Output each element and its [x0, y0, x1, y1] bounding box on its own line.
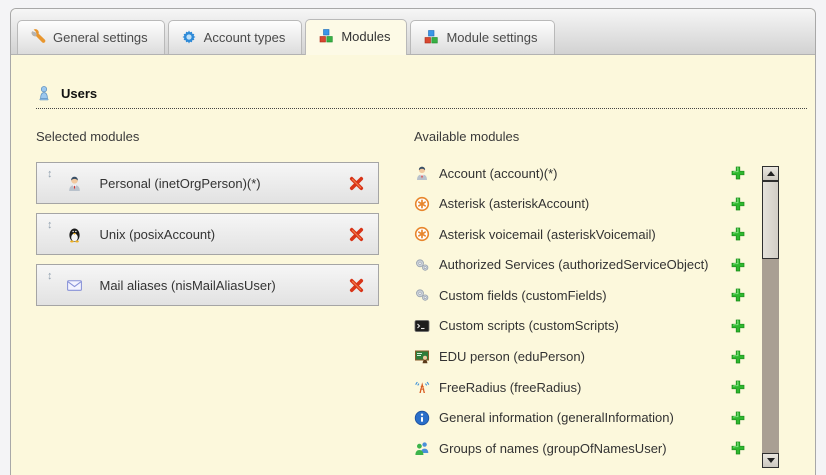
tab-account-types[interactable]: Account types: [168, 20, 303, 54]
modules-icon: [318, 28, 334, 44]
green-plus-icon: [730, 196, 746, 212]
green-plus-icon: [730, 410, 746, 426]
remove-module-button[interactable]: [348, 277, 365, 294]
module-label: Custom fields (customFields): [439, 288, 607, 303]
available-module-row: Authorized Services (authorizedServiceOb…: [414, 254, 762, 276]
scrollbar-thumb[interactable]: [762, 181, 779, 259]
module-label: Asterisk voicemail (asteriskVoicemail): [439, 227, 656, 242]
group-icon: [414, 440, 430, 456]
module-label: Personal (inetOrgPerson)(*): [100, 176, 261, 191]
radio-icon: [414, 379, 430, 395]
module-label: EDU person (eduPerson): [439, 349, 585, 364]
settings-widget: General settings Account types Modules M…: [10, 8, 816, 475]
person-icon: [66, 175, 83, 192]
available-modules-list: Account (account)(*) Asterisk (asteriskA…: [414, 162, 762, 468]
selected-modules-header: Selected modules: [36, 129, 379, 144]
mail-icon: [66, 277, 83, 294]
remove-module-button[interactable]: [348, 226, 365, 243]
available-modules-column: Available modules Account (account)(*) A…: [409, 129, 779, 468]
available-modules-scrollbar[interactable]: [762, 166, 779, 468]
users-section-header: Users: [36, 85, 807, 109]
terminal-icon: [414, 318, 430, 334]
triangle-up-icon: [767, 171, 775, 176]
module-label: FreeRadius (freeRadius): [439, 380, 581, 395]
green-plus-icon: [730, 349, 746, 365]
module-label: Unix (posixAccount): [100, 227, 216, 242]
add-module-button[interactable]: [730, 196, 746, 212]
gears-icon: [414, 287, 430, 303]
green-plus-icon: [730, 440, 746, 456]
add-module-button[interactable]: [730, 410, 746, 426]
available-module-row: FreeRadius (freeRadius): [414, 376, 762, 398]
module-label: Authorized Services (authorizedServiceOb…: [439, 257, 709, 272]
tux-icon: [66, 226, 83, 243]
add-module-button[interactable]: [730, 226, 746, 242]
scroll-up-button[interactable]: [762, 166, 779, 181]
available-module-row: General information (generalInformation): [414, 407, 762, 429]
available-module-row: Account (account)(*): [414, 162, 762, 184]
add-module-button[interactable]: [730, 257, 746, 273]
available-module-row: EDU person (eduPerson): [414, 346, 762, 368]
scroll-down-button[interactable]: [762, 453, 779, 468]
selected-module-row[interactable]: ↕ Unix (posixAccount): [36, 213, 379, 255]
module-label: Groups of names (groupOfNamesUser): [439, 441, 667, 456]
add-module-button[interactable]: [730, 349, 746, 365]
module-label: Account (account)(*): [439, 166, 558, 181]
modules-tab-content: Users Selected modules ↕ Personal (inetO…: [11, 85, 815, 468]
tab-label: Modules: [341, 29, 390, 44]
tab-label: Account types: [204, 30, 286, 45]
green-plus-icon: [730, 257, 746, 273]
selected-module-row[interactable]: ↕ Personal (inetOrgPerson)(*): [36, 162, 379, 204]
lam-config-window: General settings Account types Modules M…: [0, 0, 826, 475]
asterisk-icon: [414, 196, 430, 212]
red-x-icon: [348, 226, 365, 243]
tab-label: Module settings: [446, 30, 537, 45]
drag-handle-icon[interactable]: ↕: [47, 169, 53, 180]
green-plus-icon: [730, 318, 746, 334]
tab-bar: General settings Account types Modules M…: [11, 9, 815, 55]
gear-icon: [181, 29, 197, 45]
module-label: General information (generalInformation): [439, 410, 674, 425]
selected-modules-column: Selected modules ↕ Personal (inetOrgPers…: [36, 129, 379, 468]
remove-module-button[interactable]: [348, 175, 365, 192]
person-icon: [414, 165, 430, 181]
module-label: Asterisk (asteriskAccount): [439, 196, 589, 211]
add-module-button[interactable]: [730, 440, 746, 456]
drag-handle-icon[interactable]: ↕: [47, 220, 53, 231]
red-x-icon: [348, 175, 365, 192]
tab-general-settings[interactable]: General settings: [17, 20, 165, 54]
board-icon: [414, 349, 430, 365]
available-module-row: Custom scripts (customScripts): [414, 315, 762, 337]
green-plus-icon: [730, 165, 746, 181]
selected-module-row[interactable]: ↕ Mail aliases (nisMailAliasUser): [36, 264, 379, 306]
available-module-row: Groups of names (groupOfNamesUser): [414, 437, 762, 459]
green-plus-icon: [730, 379, 746, 395]
red-x-icon: [348, 277, 365, 294]
module-label: Custom scripts (customScripts): [439, 318, 619, 333]
user-pawn-icon: [36, 85, 52, 101]
tab-label: General settings: [53, 30, 148, 45]
green-plus-icon: [730, 287, 746, 303]
drag-handle-icon[interactable]: ↕: [47, 271, 53, 282]
add-module-button[interactable]: [730, 379, 746, 395]
add-module-button[interactable]: [730, 287, 746, 303]
wrench-icon: [30, 29, 46, 45]
tab-module-settings[interactable]: Module settings: [410, 20, 554, 54]
info-icon: [414, 410, 430, 426]
module-label: Mail aliases (nisMailAliasUser): [100, 278, 276, 293]
available-module-row: Asterisk (asteriskAccount): [414, 193, 762, 215]
available-module-row: Custom fields (customFields): [414, 284, 762, 306]
modules-icon: [423, 29, 439, 45]
add-module-button[interactable]: [730, 318, 746, 334]
triangle-down-icon: [767, 458, 775, 463]
section-title: Users: [61, 86, 97, 101]
available-modules-header: Available modules: [414, 129, 779, 144]
asterisk-icon: [414, 226, 430, 242]
add-module-button[interactable]: [730, 165, 746, 181]
gears-icon: [414, 257, 430, 273]
tab-modules[interactable]: Modules: [305, 19, 407, 55]
green-plus-icon: [730, 226, 746, 242]
available-module-row: Asterisk voicemail (asteriskVoicemail): [414, 223, 762, 245]
module-columns: Selected modules ↕ Personal (inetOrgPers…: [36, 129, 815, 468]
